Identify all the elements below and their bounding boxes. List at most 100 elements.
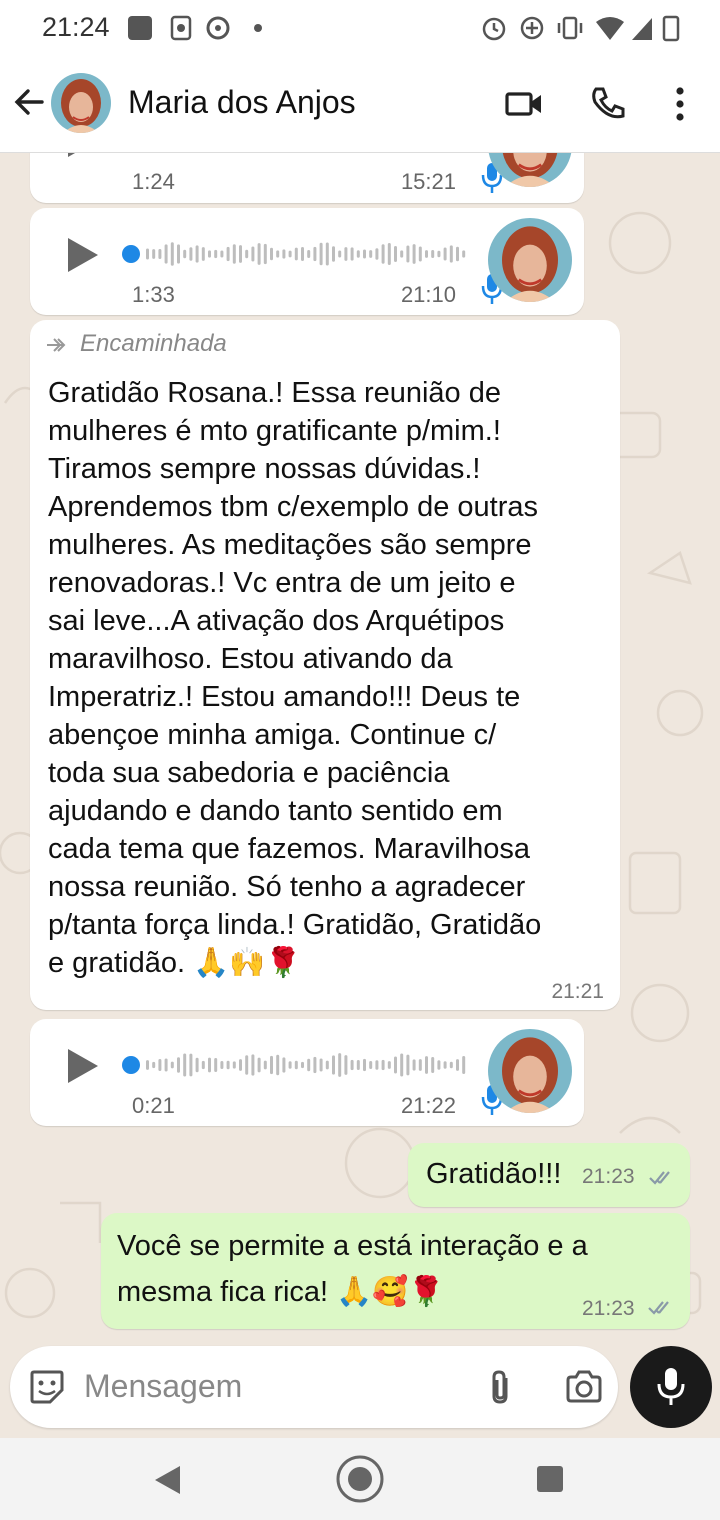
message-line: toda sua sabedoria e paciência xyxy=(48,757,450,789)
nav-home-icon[interactable] xyxy=(334,1453,386,1505)
waveform-bar xyxy=(363,249,366,259)
audio-message[interactable]: 0:21 21:22 xyxy=(30,1019,584,1126)
waveform-bar xyxy=(263,1060,267,1070)
waveform-bar xyxy=(394,1056,397,1074)
waveform-bar xyxy=(350,247,354,261)
waveform-bar xyxy=(164,244,168,264)
play-icon[interactable] xyxy=(66,236,100,274)
message-line: sai leve...A ativação dos Arquétipos xyxy=(48,605,505,637)
mic-icon xyxy=(657,1368,685,1405)
waveform-bar xyxy=(245,249,249,259)
waveform-bar xyxy=(325,1060,329,1070)
audio-duration: 1:33 xyxy=(132,282,175,307)
video-call-icon[interactable] xyxy=(504,84,544,124)
system-nav-bar xyxy=(0,1438,720,1520)
waveform-bar xyxy=(431,249,435,259)
waveform-bar xyxy=(257,1057,261,1073)
audio-message[interactable]: 1:24 15:21 xyxy=(30,153,584,203)
message-line: Aprendemos tbm c/exemplo de outras xyxy=(48,491,539,523)
waveform-bar xyxy=(201,1060,205,1070)
waveform-bar xyxy=(170,242,174,266)
waveform-bar xyxy=(177,244,180,264)
waveform-bar xyxy=(288,1061,292,1069)
waveform-bar xyxy=(437,250,441,258)
waveform-bar xyxy=(449,1061,453,1069)
wifi-icon xyxy=(596,17,624,40)
waveform-bar xyxy=(387,243,391,265)
waveform-bar xyxy=(189,247,193,261)
read-ticks-icon xyxy=(649,1171,670,1185)
outgoing-text-message[interactable]: Você se permite a está interação e a mes… xyxy=(101,1213,690,1329)
waveform[interactable] xyxy=(142,232,472,276)
camera-icon[interactable] xyxy=(564,1368,604,1406)
waveform-bar xyxy=(400,1053,404,1077)
waveform-bar xyxy=(319,1058,323,1072)
waveform-bar xyxy=(276,1054,280,1076)
waveform-bar xyxy=(208,1057,211,1073)
message-line: mulheres é mto gratificante p/mim.! xyxy=(48,415,501,447)
waveform-bar xyxy=(251,246,255,262)
voice-record-button[interactable] xyxy=(630,1346,712,1428)
waveform-bar xyxy=(152,1061,156,1069)
message-time: 21:23 xyxy=(582,1165,635,1188)
chat-bubble-icon xyxy=(206,16,230,40)
play-icon[interactable] xyxy=(66,153,100,159)
chat-header: Maria dos Anjos xyxy=(0,56,720,153)
audio-progress-dot[interactable] xyxy=(122,245,140,263)
waveform-bar xyxy=(152,249,156,259)
message-line: ajudando e dando tanto sentido em xyxy=(48,795,503,827)
waveform-bar xyxy=(245,1055,249,1075)
waveform-bar xyxy=(301,1061,304,1069)
waveform-bar xyxy=(412,244,416,264)
waveform-bar xyxy=(276,250,280,258)
waveform-bar xyxy=(282,249,286,259)
message-input[interactable]: Mensagem xyxy=(84,1368,242,1405)
message-line: Imperatriz.! Estou amando!!! Deus te xyxy=(48,681,521,713)
more-options-icon[interactable] xyxy=(660,84,700,124)
waveform-bar xyxy=(270,1055,273,1075)
alarm-icon xyxy=(482,17,506,41)
message-composer[interactable]: Mensagem xyxy=(10,1346,618,1428)
waveform-bar xyxy=(313,246,317,262)
play-icon[interactable] xyxy=(66,1047,100,1085)
message-text: Gratidão Rosana.! Essa reunião de mulhere… xyxy=(48,374,608,982)
audio-message[interactable]: 1:33 21:10 xyxy=(30,208,584,315)
nav-back-icon[interactable] xyxy=(152,1464,182,1496)
outgoing-text-message[interactable]: Gratidão!!! 21:23 xyxy=(408,1143,690,1207)
contact-name[interactable]: Maria dos Anjos xyxy=(128,84,356,121)
waveform-bar xyxy=(344,247,348,261)
waveform-bar xyxy=(195,245,199,263)
chat-area[interactable]: 1:24 15:21 1:33 21:10 Encaminhada Gratid… xyxy=(0,153,720,1343)
waveform-bar xyxy=(146,248,149,260)
back-arrow-icon[interactable] xyxy=(12,84,48,120)
audio-progress-dot[interactable] xyxy=(122,1056,140,1074)
battery-icon xyxy=(662,15,680,42)
waveform-bar xyxy=(301,247,304,261)
message-line: e gratidão. 🙏🙌🌹 xyxy=(48,947,302,979)
waveform-bar xyxy=(146,1060,149,1070)
waveform-bar xyxy=(369,1061,373,1069)
forwarded-text-message[interactable]: Encaminhada Gratidão Rosana.! Essa reuni… xyxy=(30,320,620,1010)
waveform-bar xyxy=(356,250,360,258)
waveform-bar xyxy=(220,1060,224,1070)
audio-duration: 0:21 xyxy=(132,1093,175,1118)
waveform-bar xyxy=(189,1053,193,1077)
waveform-bar xyxy=(425,250,428,258)
waveform-bar xyxy=(208,250,211,258)
signal-icon xyxy=(632,18,652,40)
sticker-icon[interactable] xyxy=(28,1368,66,1406)
nav-recents-icon[interactable] xyxy=(536,1465,564,1493)
status-left-icons xyxy=(128,15,262,41)
waveform-bar xyxy=(319,242,323,266)
waveform[interactable] xyxy=(142,1043,472,1087)
waveform-bar xyxy=(239,245,242,263)
waveform-bar xyxy=(288,250,292,258)
waveform-bar xyxy=(201,247,205,261)
vibrate-icon xyxy=(557,16,583,40)
phone-call-icon[interactable] xyxy=(588,84,628,124)
attach-icon[interactable] xyxy=(486,1368,516,1408)
message-time: 21:23 xyxy=(582,1297,635,1320)
message-time: 21:22 xyxy=(400,1093,456,1118)
contact-avatar[interactable] xyxy=(51,73,111,133)
waveform[interactable] xyxy=(142,153,472,159)
